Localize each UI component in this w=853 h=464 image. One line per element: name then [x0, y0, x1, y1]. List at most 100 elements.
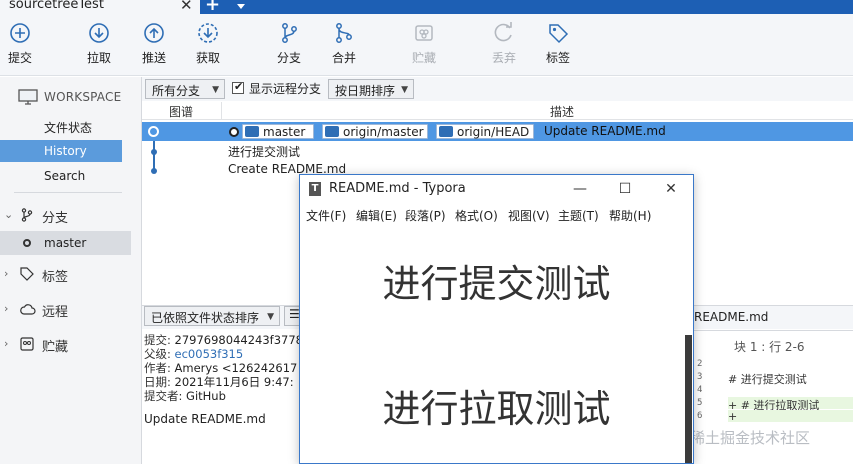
file-sort-value: 已依照文件状态排序: [151, 311, 260, 325]
remotes-label: 远程: [42, 305, 69, 320]
typora-window[interactable]: T README.md - Typora — ☐ ✕ 文件(F) 编辑(E) 段…: [299, 174, 694, 464]
committer-value: GitHub: [186, 389, 226, 403]
typora-title-bar[interactable]: T README.md - Typora — ☐ ✕: [300, 175, 693, 203]
diff-line: [728, 384, 853, 396]
diff-line: [728, 358, 853, 370]
tab-strip: sourcetreeTest ✕ +: [0, 0, 853, 15]
document-heading[interactable]: 进行拉取测试: [300, 378, 693, 433]
commit-row[interactable]: 进行提交测试: [142, 141, 853, 160]
ref-label: origin/master: [343, 125, 424, 139]
detail-label: 提交者:: [144, 389, 183, 403]
discard-button[interactable]: 丢弃: [481, 22, 527, 72]
scrollbar[interactable]: [685, 335, 692, 463]
commit-message: Update README.md: [544, 124, 666, 138]
commit-table-header: 图谱 描述: [142, 102, 853, 120]
sidebar-item-file-status[interactable]: 文件状态: [0, 115, 122, 137]
ref-badge-origin-master[interactable]: origin/master: [322, 124, 428, 139]
diff-file-name: README.md: [694, 310, 769, 324]
commit-node-icon: [148, 126, 159, 137]
menu-paragraph[interactable]: 段落(P): [405, 207, 446, 224]
merge-label: 合并: [331, 51, 356, 65]
column-graph[interactable]: 图谱: [169, 103, 193, 120]
new-tab-button[interactable]: +: [205, 0, 220, 15]
ref-badge-master[interactable]: master: [242, 124, 314, 139]
parent-hash-link[interactable]: ec0053f315: [175, 347, 244, 361]
diff-line-number: 4: [697, 385, 703, 395]
monitor-icon: [18, 89, 38, 105]
column-description[interactable]: 描述: [550, 103, 574, 120]
branch-name: master: [44, 236, 87, 250]
menu-file[interactable]: 文件(F): [306, 207, 346, 224]
diff-line-text: +: [728, 410, 738, 423]
detail-label: 日期:: [144, 375, 171, 389]
pull-button[interactable]: 拉取: [76, 22, 122, 72]
sidebar-group-branches[interactable]: ⌄ 分支: [0, 204, 132, 226]
discard-icon: [494, 22, 512, 42]
chevron-right-icon[interactable]: ›: [4, 267, 8, 280]
ref-label: master: [263, 125, 306, 139]
chevron-down-icon: ▼: [267, 312, 274, 322]
maximize-icon[interactable]: ☐: [613, 178, 637, 200]
file-sort-dropdown[interactable]: 已依照文件状态排序 ▼: [144, 306, 280, 326]
branch-filter-dropdown[interactable]: 所有分支 ▼: [145, 79, 225, 99]
tab-menu-icon[interactable]: [237, 4, 245, 9]
chevron-right-icon[interactable]: ›: [4, 337, 8, 350]
chevron-down-icon: ▼: [401, 85, 408, 95]
stash-button[interactable]: 贮藏: [401, 22, 447, 72]
sidebar-group-stashes[interactable]: › 贮藏: [0, 333, 132, 355]
branch-icon: [439, 126, 453, 137]
detail-label: 作者:: [144, 361, 171, 375]
commit-full-message: Update README.md: [144, 412, 266, 426]
repo-tab[interactable]: sourcetreeTest ✕: [0, 0, 200, 14]
sidebar-item-search[interactable]: Search: [0, 165, 122, 187]
sidebar-item-history[interactable]: History: [0, 140, 122, 162]
stash-label: 贮藏: [411, 51, 436, 65]
show-remote-checkbox[interactable]: ✔: [232, 80, 244, 94]
push-button[interactable]: 推送: [131, 22, 177, 72]
fetch-label: 获取: [195, 51, 220, 65]
tag-button[interactable]: 标签: [535, 22, 581, 72]
menu-theme[interactable]: 主题(T): [558, 207, 599, 224]
commit-label: 提交: [7, 51, 32, 65]
branch-icon: [282, 23, 297, 43]
diff-line-number: 6: [697, 411, 703, 421]
branch-button[interactable]: 分支: [266, 22, 312, 72]
diff-line-added: +: [728, 410, 853, 423]
diff-line-number: 3: [697, 372, 703, 382]
document-heading[interactable]: 进行提交测试: [300, 253, 693, 308]
fetch-button[interactable]: 获取: [185, 22, 231, 72]
sort-dropdown[interactable]: 按日期排序 ▼: [328, 79, 414, 99]
current-branch-icon: [23, 239, 31, 247]
stashes-label: 贮藏: [42, 340, 69, 355]
menu-view[interactable]: 视图(V): [508, 207, 550, 224]
ref-badge-origin-head[interactable]: origin/HEAD: [436, 124, 534, 139]
close-icon[interactable]: ✕: [180, 0, 193, 14]
tag-icon: [549, 24, 569, 44]
column-divider[interactable]: [221, 102, 222, 120]
menu-help[interactable]: 帮助(H): [609, 207, 651, 224]
tags-label: 标签: [42, 270, 69, 285]
menu-format[interactable]: 格式(O): [455, 207, 498, 224]
sidebar-group-tags[interactable]: › 标签: [0, 263, 132, 285]
branch-icon: [325, 126, 339, 137]
sidebar: WORKSPACE 文件状态 History Search ⌄ 分支 maste…: [0, 77, 142, 464]
commit-row-selected[interactable]: master origin/master origin/HEAD Update …: [142, 122, 853, 141]
close-icon[interactable]: ✕: [659, 178, 683, 200]
chevron-right-icon[interactable]: ›: [4, 302, 8, 315]
sidebar-group-remotes[interactable]: › 远程: [0, 298, 132, 320]
stash-icon: [20, 337, 34, 351]
menu-edit[interactable]: 编辑(E): [356, 207, 397, 224]
commit-hash[interactable]: 2797698044243f3778: [175, 333, 303, 347]
hunk-header: 块 1 : 行 2-6: [734, 340, 805, 354]
chevron-down-icon[interactable]: ⌄: [4, 208, 13, 221]
diff-line-number: 2: [697, 359, 703, 369]
sidebar-divider: [14, 192, 122, 193]
sort-value: 按日期排序: [335, 84, 396, 98]
toolbar: 提交 拉取 推送 获取 分支 合并 贮藏 丢弃 标签: [0, 14, 853, 76]
typora-window-title: README.md - Typora: [329, 181, 466, 196]
arrow-up-circle-icon: [144, 23, 164, 43]
commit-button[interactable]: 提交: [0, 22, 43, 72]
merge-button[interactable]: 合并: [321, 22, 367, 72]
minimize-icon[interactable]: —: [568, 178, 592, 200]
sidebar-branch-master[interactable]: master: [0, 231, 131, 255]
